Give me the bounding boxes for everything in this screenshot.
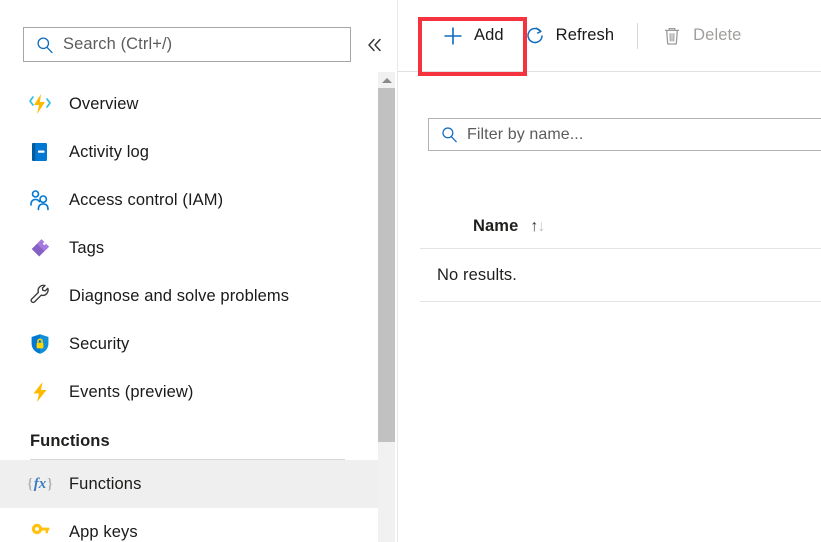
search-icon: [441, 126, 458, 143]
search-placeholder: Search (Ctrl+/): [63, 35, 172, 54]
azure-portal-screen: Search (Ctrl+/) Overview: [0, 0, 821, 542]
sidebar-section-header-functions: Functions: [0, 416, 378, 459]
delete-button-label: Delete: [693, 26, 741, 45]
sidebar-item-label: App keys: [69, 523, 138, 542]
lightning-bolt-yellow-icon: [28, 380, 52, 404]
sidebar-scrollbar-thumb[interactable]: [378, 88, 395, 442]
sidebar-section-title: Functions: [30, 432, 110, 450]
filter-placeholder: Filter by name...: [467, 126, 583, 144]
sort-ascending-descending-icon[interactable]: ↑ ↓: [530, 219, 545, 235]
left-navigation-panel: Search (Ctrl+/) Overview: [0, 0, 398, 542]
table-empty-row: No results.: [420, 249, 821, 302]
trash-can-icon: [661, 25, 683, 47]
scrollbar-up-arrow-icon[interactable]: [378, 72, 395, 88]
sidebar-item-label: Functions: [69, 475, 141, 494]
sidebar-item-security[interactable]: Security: [0, 320, 378, 368]
command-toolbar: Add Refresh: [398, 0, 821, 72]
search-input[interactable]: Search (Ctrl+/): [23, 27, 351, 62]
sidebar-item-tags[interactable]: Tags: [0, 224, 378, 272]
refresh-circular-arrow-icon: [524, 25, 546, 47]
people-access-icon: [28, 188, 52, 212]
refresh-button-label: Refresh: [556, 26, 614, 45]
filter-by-name-input[interactable]: Filter by name...: [428, 118, 821, 151]
empty-state-message: No results.: [437, 266, 517, 285]
double-chevron-left-icon: [365, 35, 385, 55]
refresh-button[interactable]: Refresh: [514, 14, 624, 58]
column-header-name[interactable]: Name: [473, 217, 518, 236]
plus-icon: [442, 25, 464, 47]
wrench-icon: [28, 284, 52, 308]
tag-purple-icon: [28, 236, 52, 260]
sidebar-item-access-control[interactable]: Access control (IAM): [0, 176, 378, 224]
table-header-row: Name ↑ ↓: [420, 205, 821, 249]
delete-button[interactable]: Delete: [651, 14, 751, 58]
sidebar-item-label: Diagnose and solve problems: [69, 287, 289, 306]
sidebar-item-events-preview[interactable]: Events (preview): [0, 368, 378, 416]
functions-content-panel: Add Refresh: [398, 0, 821, 542]
sidebar-item-functions[interactable]: {fx} Functions: [0, 460, 378, 508]
collapse-panel-button[interactable]: [363, 33, 387, 57]
key-yellow-icon: [28, 520, 52, 542]
add-button[interactable]: Add: [432, 14, 514, 58]
toolbar-separator: [637, 23, 638, 49]
add-button-label: Add: [474, 26, 504, 45]
sidebar-item-overview[interactable]: Overview: [0, 80, 378, 128]
fx-braces-icon: {fx}: [28, 472, 52, 496]
search-icon: [36, 36, 54, 54]
lightning-bolt-blue-icon: [28, 92, 52, 116]
functions-table: Name ↑ ↓ No results.: [420, 205, 821, 302]
sidebar-item-label: Tags: [69, 239, 104, 258]
sidebar-item-label: Activity log: [69, 143, 149, 162]
shield-lock-icon: [28, 332, 52, 356]
sort-descending-arrow: ↓: [537, 219, 545, 235]
activity-log-book-icon: [28, 140, 52, 164]
sidebar-item-label: Access control (IAM): [69, 191, 223, 210]
sidebar-item-diagnose-and-solve-problems[interactable]: Diagnose and solve problems: [0, 272, 378, 320]
sidebar-item-activity-log[interactable]: Activity log: [0, 128, 378, 176]
sidebar-item-label: Events (preview): [69, 383, 193, 402]
sidebar-item-app-keys[interactable]: App keys: [0, 508, 378, 542]
sidebar-item-label: Overview: [69, 95, 139, 114]
sidebar-menu-list: Overview Activity log: [0, 80, 378, 542]
sidebar-item-label: Security: [69, 335, 129, 354]
